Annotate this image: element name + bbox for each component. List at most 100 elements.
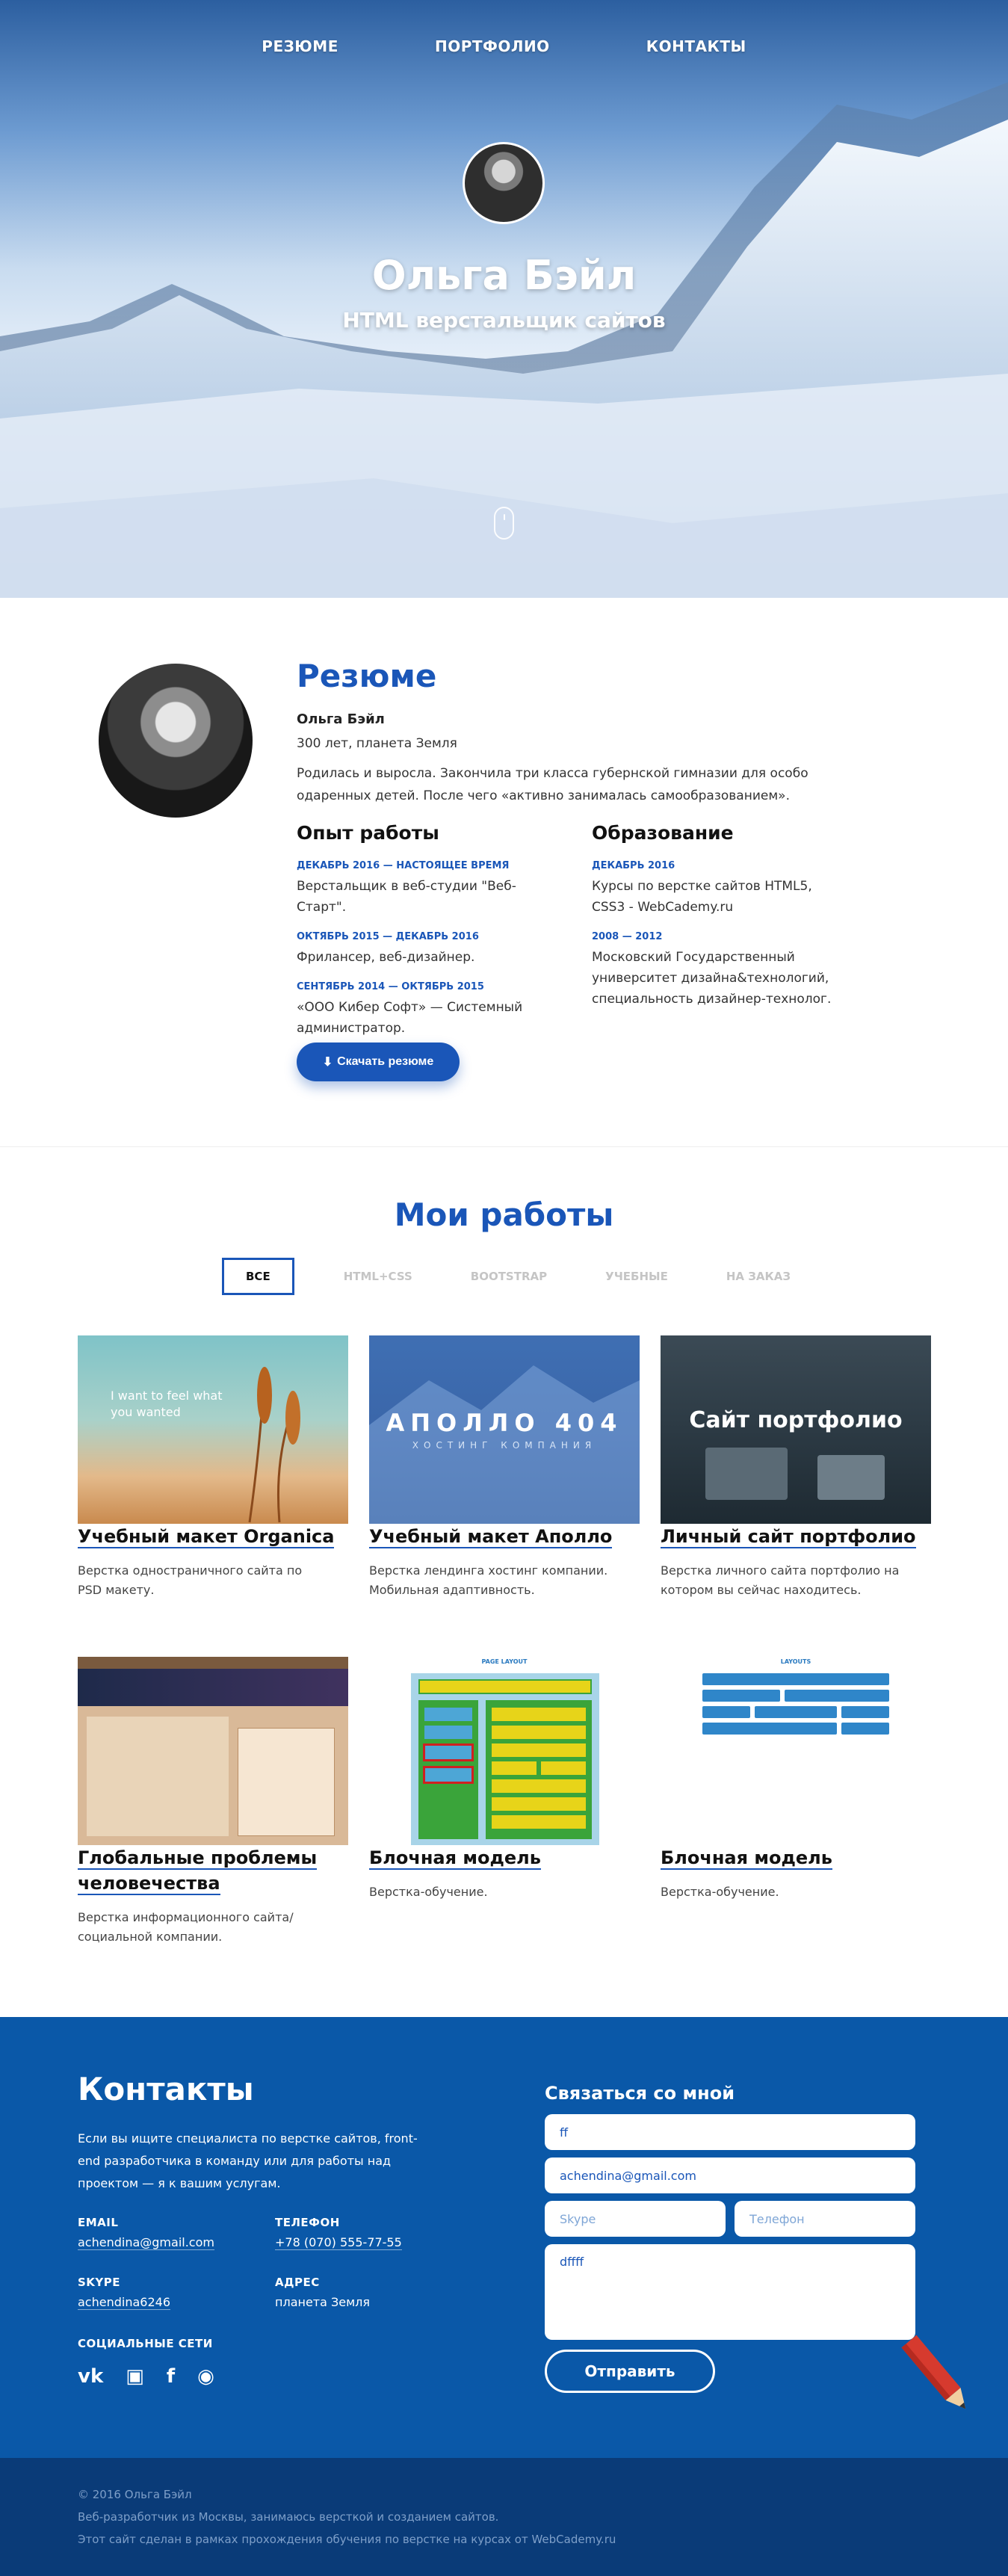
- contacts-title: Контакты: [78, 2071, 254, 2107]
- vk-icon[interactable]: vk: [78, 2365, 103, 2388]
- experience-text: «ООО Кибер Софт» — Системный администрат…: [297, 1000, 523, 1036]
- thumbnail-caption: Сайт портфолио: [689, 1407, 903, 1433]
- portfolio-section: Мои работы ВСЕ HTML+CSS BOOTSTRAP УЧЕБНЫ…: [0, 1147, 1008, 2017]
- card-description: Верстка личного сайта портфолио на котор…: [661, 1563, 900, 1597]
- hero-role: HTML верстальщик сайтов: [342, 308, 666, 333]
- social-links: vk ▣ f ◉: [78, 2365, 214, 2388]
- layout-block: [841, 1706, 889, 1718]
- thumbnail-caption: LAYOUTS: [780, 1658, 811, 1665]
- contact-form-title: Связаться со мной: [545, 2083, 735, 2104]
- experience-column: Опыт работы ДЕКАБРЬ 2016 — НАСТОЯЩЕЕ ВРЕ…: [297, 822, 543, 1052]
- resume-photo: [99, 664, 253, 818]
- portfolio-card[interactable]: LAYOUTS Блочная модель Верстка-обучение.: [661, 1657, 931, 1902]
- education-text: Московский Государственный университет д…: [592, 950, 832, 1007]
- resume-bio: Родилась и выросла. Закончила три класса…: [297, 766, 808, 803]
- filter-html-css[interactable]: HTML+CSS: [344, 1258, 412, 1295]
- main-nav: РЕЗЮМЕ ПОРТФОЛИО КОНТАКТЫ: [0, 37, 1008, 55]
- phone-link[interactable]: +78 (070) 555-77-55: [275, 2235, 402, 2250]
- footer: © 2016 Ольга Бэйл Веб-разработчик из Мос…: [0, 2458, 1008, 2576]
- hero-name: Ольга Бэйл: [371, 252, 637, 299]
- experience-date: ДЕКАБРЬ 2016 — НАСТОЯЩЕЕ ВРЕМЯ: [297, 860, 510, 871]
- portfolio-card[interactable]: I want to feel what you wanted Учебный м…: [78, 1335, 348, 1600]
- scroll-mouse-icon[interactable]: [494, 507, 514, 540]
- resume-age-location: 300 лет, планета Земля: [297, 736, 457, 751]
- card-title[interactable]: Личный сайт портфолио: [661, 1526, 916, 1548]
- instagram-icon[interactable]: ▣: [126, 2365, 144, 2388]
- skype-label: SKYPE: [78, 2276, 121, 2289]
- filter-all[interactable]: ВСЕ: [222, 1258, 294, 1295]
- experience-title: Опыт работы: [297, 822, 439, 844]
- laptop-icon: [705, 1448, 788, 1500]
- nav-resume[interactable]: РЕЗЮМЕ: [262, 37, 338, 55]
- footer-line-1: Веб-разработчик из Москвы, занимаюсь вер…: [78, 2510, 499, 2524]
- address-label: АДРЕС: [275, 2276, 320, 2289]
- thumbnail-banner: [78, 1669, 348, 1706]
- phone-label: ТЕЛЕФОН: [275, 2216, 340, 2229]
- portfolio-thumbnail[interactable]: I want to feel what you wanted: [78, 1335, 348, 1524]
- portfolio-card[interactable]: Глобальные проблемы человечества Верстка…: [78, 1657, 348, 1947]
- experience-date: СЕНТЯБРЬ 2014 — ОКТЯБРЬ 2015: [297, 981, 484, 992]
- nav-contacts[interactable]: КОНТАКТЫ: [646, 37, 746, 55]
- thumbnail-sidebar: [238, 1728, 335, 1836]
- facebook-icon[interactable]: f: [167, 2365, 175, 2388]
- education-date: 2008 — 2012: [592, 931, 663, 942]
- skype-input[interactable]: [545, 2201, 726, 2237]
- portfolio-thumbnail[interactable]: Сайт портфолио: [661, 1335, 931, 1524]
- name-input[interactable]: [545, 2114, 915, 2150]
- github-icon[interactable]: ◉: [197, 2365, 214, 2388]
- wheat-icon: [248, 1367, 300, 1523]
- portfolio-thumbnail[interactable]: PAGE LAYOUT: [369, 1657, 640, 1845]
- filter-bootstrap[interactable]: BOOTSTRAP: [471, 1258, 547, 1295]
- card-title[interactable]: Глобальные проблемы человечества: [78, 1847, 318, 1895]
- education-title: Образование: [592, 822, 734, 844]
- layout-block: [702, 1673, 889, 1685]
- education-column: Образование ДЕКАБРЬ 2016 Курсы по верстк…: [592, 822, 838, 1023]
- thumbnail-menubar: [78, 1657, 348, 1669]
- resume-name: Ольга Бэйл: [297, 711, 385, 727]
- skype-link[interactable]: achendina6246: [78, 2295, 170, 2310]
- experience-text: Фрилансер, веб-дизайнер.: [297, 950, 475, 965]
- address-value: планета Земля: [275, 2295, 371, 2309]
- layout-block: [841, 1723, 889, 1735]
- experience-date: ОКТЯБРЬ 2015 — ДЕКАБРЬ 2016: [297, 931, 479, 942]
- experience-text: Верстальщик в веб-студии "Веб-Старт".: [297, 879, 516, 915]
- layout-block: [702, 1690, 780, 1702]
- contacts-section: Контакты Если вы ищите специалиста по ве…: [0, 2017, 1008, 2458]
- card-title[interactable]: Блочная модель: [369, 1847, 541, 1870]
- hero-avatar: [463, 142, 545, 224]
- card-description: Верстка лендинга хостинг компании. Мобил…: [369, 1563, 608, 1597]
- contacts-intro: Если вы ищите специалиста по верстке сай…: [78, 2131, 418, 2190]
- email-input[interactable]: [545, 2158, 915, 2193]
- hero-section: РЕЗЮМЕ ПОРТФОЛИО КОНТАКТЫ Ольга Бэйл HTM…: [0, 0, 1008, 598]
- portfolio-card[interactable]: АПОЛЛО 404 ХОСТИНГ КОМПАНИЯ Учебный маке…: [369, 1335, 640, 1600]
- portfolio-thumbnail[interactable]: АПОЛЛО 404 ХОСТИНГ КОМПАНИЯ: [369, 1335, 640, 1524]
- portfolio-thumbnail[interactable]: LAYOUTS: [661, 1657, 931, 1845]
- thumbnail-article: [87, 1717, 229, 1836]
- resume-title: Резюме: [297, 658, 437, 694]
- email-link[interactable]: achendina@gmail.com: [78, 2235, 214, 2250]
- card-title[interactable]: Блочная модель: [661, 1847, 832, 1870]
- portfolio-card[interactable]: PAGE LAYOUT Блочная модель Верстка-обуче…: [369, 1657, 640, 1902]
- filter-study[interactable]: УЧЕБНЫЕ: [605, 1258, 668, 1295]
- send-button[interactable]: Отправить: [545, 2350, 715, 2393]
- education-date: ДЕКАБРЬ 2016: [592, 860, 675, 871]
- card-description: Верстка-обучение.: [661, 1885, 779, 1899]
- portfolio-thumbnail[interactable]: [78, 1657, 348, 1845]
- layout-block: [755, 1706, 837, 1718]
- download-resume-label: Скачать резюме: [337, 1055, 434, 1068]
- layout-block: [702, 1723, 837, 1735]
- card-title[interactable]: Учебный макет Аполло: [369, 1526, 613, 1548]
- portfolio-card[interactable]: Сайт портфолио Личный сайт портфолио Вер…: [661, 1335, 931, 1600]
- card-description: Верстка информационного сайта/социальной…: [78, 1910, 294, 1944]
- layout-block: [702, 1706, 750, 1718]
- card-description: Верстка одностраничного сайта по PSD мак…: [78, 1563, 303, 1597]
- email-label: EMAIL: [78, 2216, 119, 2229]
- resume-section: Резюме Ольга Бэйл 300 лет, планета Земля…: [0, 598, 1008, 1147]
- download-resume-button[interactable]: ⬇ Скачать резюме: [297, 1043, 460, 1081]
- footer-line-2: Этот сайт сделан в рамках прохождения об…: [78, 2533, 616, 2546]
- nav-portfolio[interactable]: ПОРТФОЛИО: [435, 37, 550, 55]
- card-title[interactable]: Учебный макет Organica: [78, 1526, 335, 1548]
- message-textarea[interactable]: dffff: [545, 2244, 915, 2340]
- phone-input[interactable]: [735, 2201, 915, 2237]
- filter-order[interactable]: НА ЗАКАЗ: [726, 1258, 791, 1295]
